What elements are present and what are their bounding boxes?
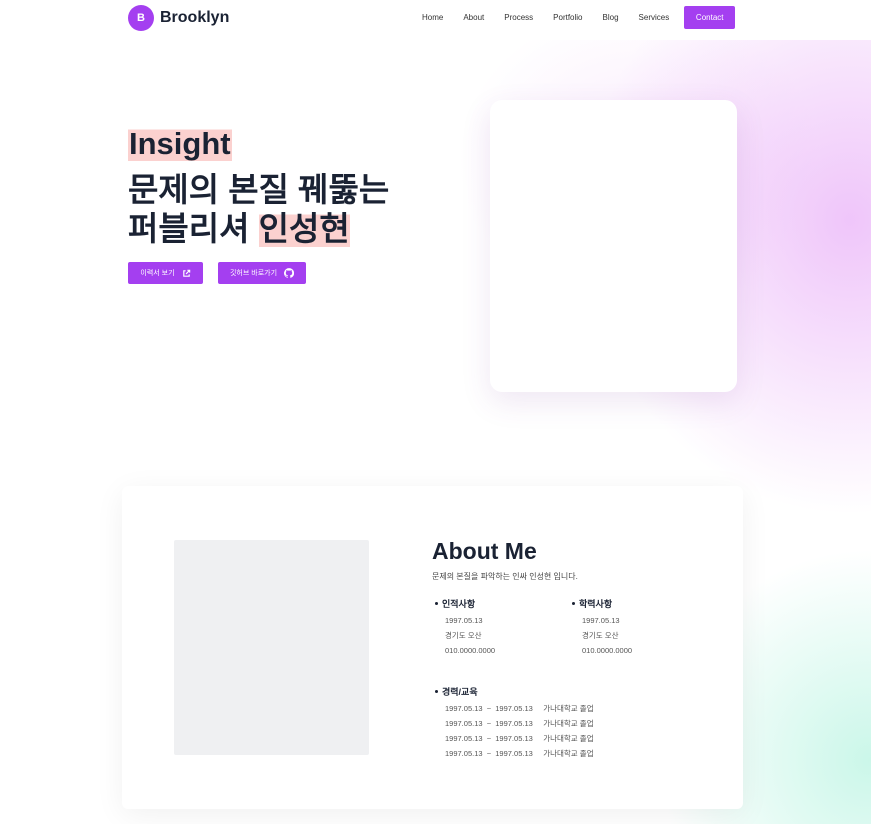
education-info-line: 경기도 오산 [582,631,619,640]
brand-badge: B [128,5,154,31]
hero-title-highlight: 인성현 [258,210,350,247]
personal-info-line: 경기도 오산 [445,631,482,640]
nav-link-services[interactable]: Services [629,13,680,22]
brand-logo[interactable]: B Brooklyn [128,5,229,31]
career-row: 1997.05.13 ~ 1997.05.13 가나대학교 졸업 [445,719,594,728]
about-subtitle: 문제의 본질을 파악하는 인싸 인성현 입니다. [432,572,578,581]
external-link-icon [182,269,191,278]
about-section: About Me 문제의 본질을 파악하는 인싸 인성현 입니다. 인적사항 1… [122,486,743,809]
career-row: 1997.05.13 ~ 1997.05.13 가나대학교 졸업 [445,734,594,743]
about-photo-placeholder [174,540,369,755]
education-info-block: 학력사항 1997.05.13 경기도 오산 010.0000.0000 [572,597,632,655]
about-title: About Me [432,538,537,564]
career-info-block: 경력/교육 1997.05.13 ~ 1997.05.13 가나대학교 졸업 1… [435,685,594,758]
education-info-line: 010.0000.0000 [582,646,633,655]
nav-link-process[interactable]: Process [494,13,543,22]
hero-title-line1: 문제의 본질 꿰뚫는 [128,171,390,208]
resume-button[interactable]: 이력서 보기 [128,262,203,284]
education-info-line: 1997.05.13 [582,616,620,625]
personal-info-line: 010.0000.0000 [445,646,496,655]
nav-link-about[interactable]: About [453,13,494,22]
nav-link-blog[interactable]: Blog [593,13,629,22]
hero-title: 문제의 본질 꿰뚫는 퍼블리셔 인성현 [128,170,389,248]
brand-name: Brooklyn [160,9,230,26]
bullet-icon [435,602,438,605]
github-button-label: 깃허브 바로가기 [229,270,278,277]
github-icon [284,268,295,278]
top-nav: B Brooklyn Home About Process Portfolio … [0,0,871,40]
contact-button[interactable]: Contact [684,6,736,29]
career-row: 1997.05.13 ~ 1997.05.13 가나대학교 졸업 [445,704,594,713]
hero-title-line2-prefix: 퍼블리셔 [128,210,259,247]
github-button[interactable]: 깃허브 바로가기 [218,262,306,284]
resume-button-label: 이력서 보기 [140,270,175,277]
career-info-heading-label: 경력/교육 [442,687,478,697]
personal-info-block: 인적사항 1997.05.13 경기도 오산 010.0000.0000 [435,597,495,655]
hero-tag: Insight [128,126,232,161]
hero-image-card [490,100,737,392]
personal-info-line: 1997.05.13 [445,616,483,625]
hero-buttons: 이력서 보기 깃허브 바로가기 [128,262,306,284]
personal-info-heading: 인적사항 [435,597,495,610]
personal-info-heading-label: 인적사항 [442,599,476,609]
nav-link-home[interactable]: Home [412,13,453,22]
bullet-icon [435,690,438,693]
nav-links: Home About Process Portfolio Blog Servic… [412,6,736,29]
career-row: 1997.05.13 ~ 1997.05.13 가나대학교 졸업 [445,749,594,758]
education-info-heading-label: 학력사항 [579,599,613,609]
nav-link-portfolio[interactable]: Portfolio [543,13,592,22]
career-info-heading: 경력/교육 [435,685,594,698]
bullet-icon [572,602,575,605]
education-info-heading: 학력사항 [572,597,632,610]
